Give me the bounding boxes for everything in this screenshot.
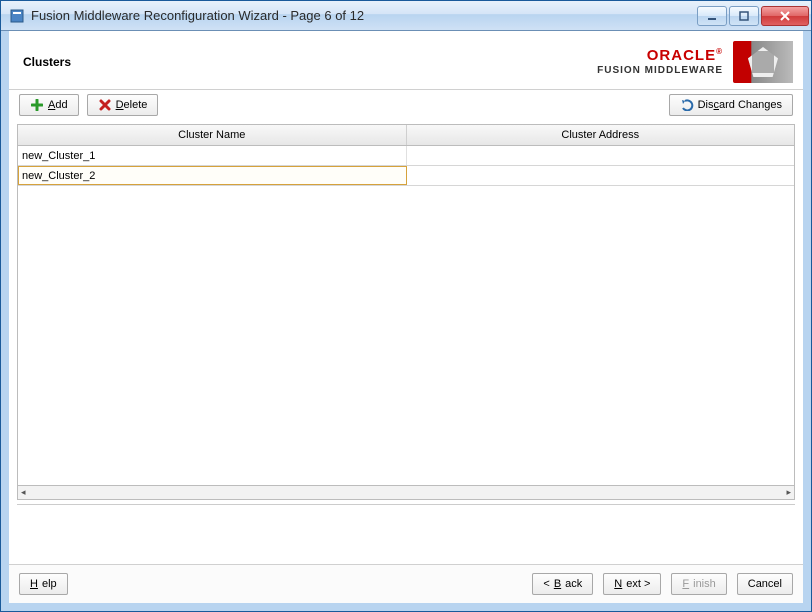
undo-icon: [680, 98, 694, 112]
brand-text: ORACLE® FUSION MIDDLEWARE: [597, 48, 723, 76]
cell-cluster-address[interactable]: [407, 166, 795, 185]
finish-button: Finish: [671, 573, 726, 595]
toolbar-right: Discard Changes: [669, 94, 793, 116]
cluster-table: Cluster Name Cluster Address new_Cluster…: [17, 124, 795, 486]
spacer-panel: [17, 504, 795, 564]
titlebar[interactable]: Fusion Middleware Reconfiguration Wizard…: [1, 1, 811, 31]
discard-changes-button[interactable]: Discard Changes: [669, 94, 793, 116]
table-row[interactable]: [18, 166, 794, 186]
table-row[interactable]: new_Cluster_1: [18, 146, 794, 166]
brand-block: ORACLE® FUSION MIDDLEWARE: [597, 41, 793, 83]
cancel-button[interactable]: Cancel: [737, 573, 793, 595]
next-button[interactable]: Next >: [603, 573, 661, 595]
table-body[interactable]: new_Cluster_1: [18, 146, 794, 485]
brand-sub: FUSION MIDDLEWARE: [597, 65, 723, 76]
toolbar-left: Add Delete: [19, 94, 158, 116]
page-header: Clusters ORACLE® FUSION MIDDLEWARE: [9, 31, 803, 89]
minimize-button[interactable]: [697, 6, 727, 26]
content-frame: Clusters ORACLE® FUSION MIDDLEWARE Add: [1, 31, 811, 611]
app-window: Fusion Middleware Reconfiguration Wizard…: [0, 0, 812, 612]
cell-cluster-name[interactable]: new_Cluster_1: [18, 146, 407, 165]
brand-logo-icon: [733, 41, 793, 83]
page-title: Clusters: [23, 55, 71, 69]
discard-suffix: ard Changes: [719, 99, 782, 111]
maximize-button[interactable]: [729, 6, 759, 26]
cell-cluster-name[interactable]: [18, 166, 407, 185]
app-icon: [9, 8, 25, 24]
delete-label-rest: elete: [124, 99, 148, 111]
toolbar: Add Delete Discard Changes: [9, 89, 803, 120]
delete-label-mn: D: [116, 99, 124, 111]
discard-prefix: Dis: [698, 99, 714, 111]
col-cluster-name[interactable]: Cluster Name: [18, 125, 407, 145]
add-label-rest: dd: [55, 99, 67, 111]
table-header: Cluster Name Cluster Address: [18, 125, 794, 146]
close-button[interactable]: [761, 6, 809, 26]
cell-cluster-address[interactable]: [407, 146, 795, 165]
maximize-icon: [739, 11, 749, 21]
wizard-footer: Help < Back Next > Finish Cancel: [9, 564, 803, 603]
add-button[interactable]: Add: [19, 94, 79, 116]
cluster-name-input[interactable]: [22, 170, 402, 182]
help-button[interactable]: Help: [19, 573, 68, 595]
close-icon: [779, 11, 791, 21]
window-controls: [697, 6, 809, 26]
back-button[interactable]: < Back: [532, 573, 593, 595]
window-title: Fusion Middleware Reconfiguration Wizard…: [31, 8, 697, 23]
plus-icon: [30, 98, 44, 112]
col-cluster-address[interactable]: Cluster Address: [407, 125, 795, 145]
horizontal-scrollbar[interactable]: [17, 486, 795, 500]
x-icon: [98, 98, 112, 112]
brand-oracle: ORACLE: [647, 47, 716, 64]
delete-button[interactable]: Delete: [87, 94, 159, 116]
minimize-icon: [707, 11, 717, 21]
